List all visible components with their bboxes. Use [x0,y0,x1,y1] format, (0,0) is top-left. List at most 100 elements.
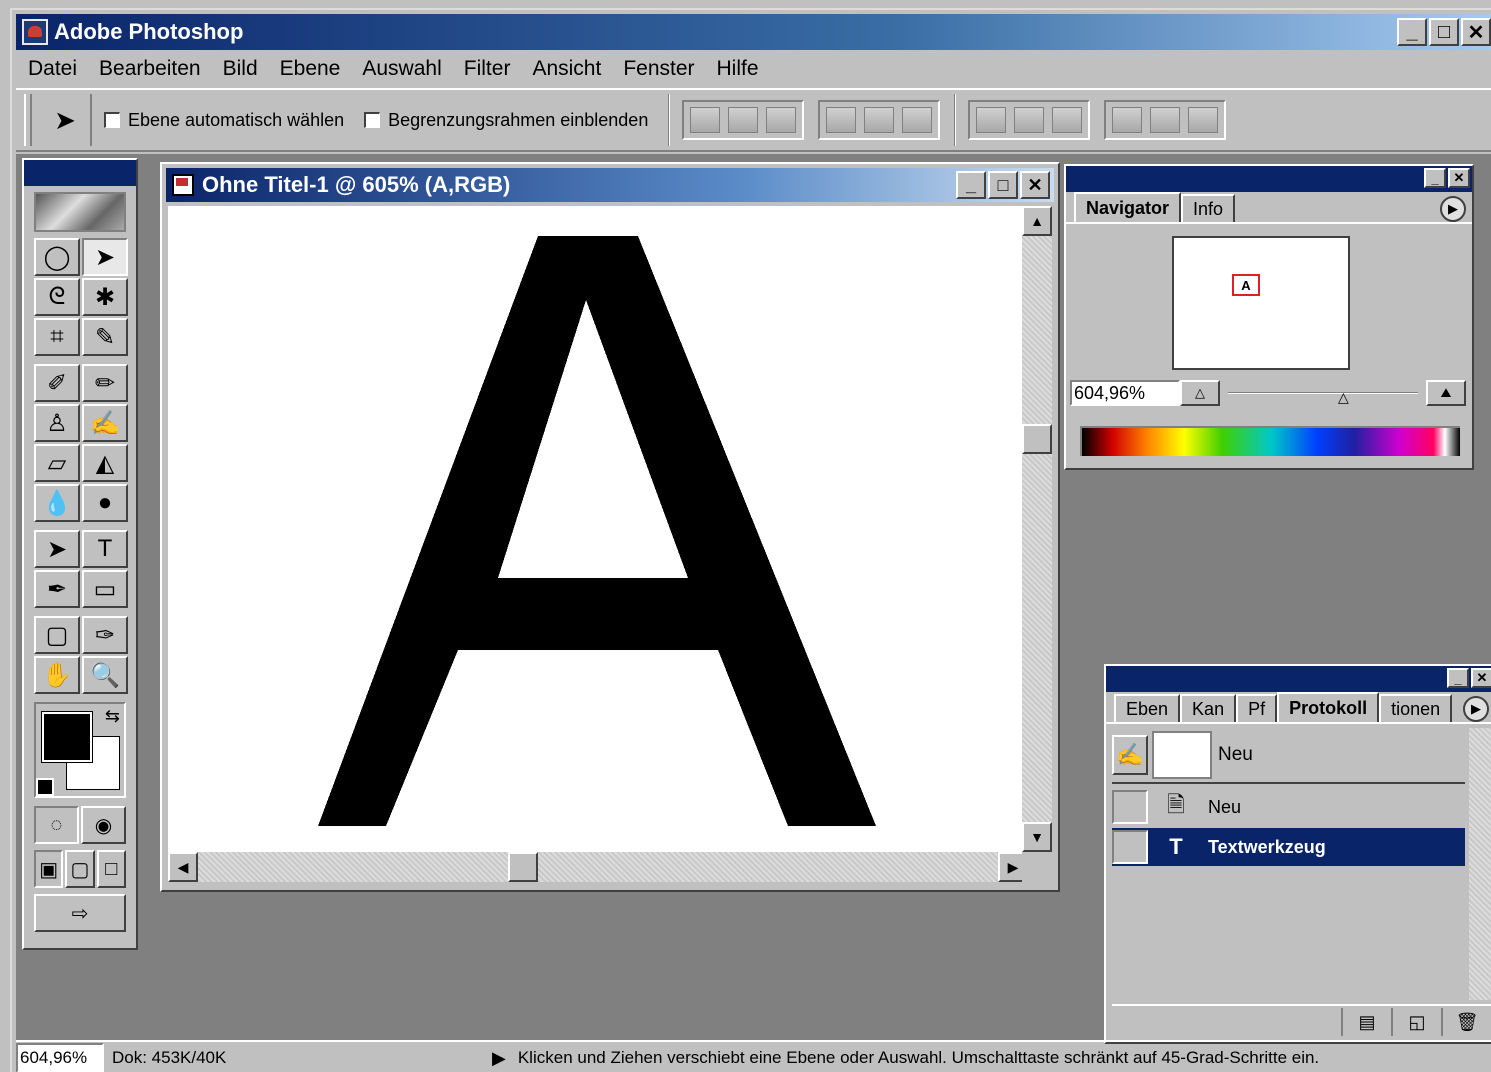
navigator-zoom-field[interactable]: 604,96% [1070,380,1180,406]
align-top-icon[interactable] [690,107,721,133]
distribute-top-icon[interactable] [976,107,1007,133]
menu-auswahl[interactable]: Auswahl [351,57,452,81]
navigator-preview[interactable]: A [1172,236,1350,370]
swap-colors-icon[interactable]: ⇆ [105,706,120,727]
document-canvas[interactable]: A [168,206,1028,852]
zoom-tool-icon[interactable]: 🔍 [82,656,128,694]
menu-ebene[interactable]: Ebene [269,57,352,81]
move-tool-icon[interactable]: ➤ [82,238,128,276]
status-zoom-field[interactable]: 604,96% [16,1043,104,1072]
new-document-from-state-icon[interactable]: ▤ [1341,1008,1391,1036]
quick-mask-mode-icon[interactable]: ◉ [81,806,126,844]
standard-mode-icon[interactable]: ◌ [34,806,79,844]
palette-menu-icon[interactable]: ▶ [1440,196,1466,222]
status-doc-size[interactable]: Dok: 453K/40K [112,1048,492,1068]
align-vertical-center-icon[interactable] [728,107,759,133]
zoom-slider[interactable]: △ [1220,380,1426,406]
crop-tool-icon[interactable]: ⌗ [34,318,80,356]
history-palette-titlebar[interactable]: _ ✕ [1106,666,1491,692]
history-item-selected[interactable]: T Textwerkzeug [1112,828,1465,866]
align-right-icon[interactable] [902,107,933,133]
jump-to-imageready-icon[interactable]: ⇨ [34,894,126,932]
bounding-box-checkbox-box[interactable] [364,112,381,128]
distribute-horizontal-center-icon[interactable] [1150,107,1181,133]
lasso-tool-icon[interactable]: ᘓ [34,278,80,316]
default-colors-icon[interactable] [36,778,54,796]
move-tool-icon[interactable]: ➤ [40,94,92,146]
navigator-close-button[interactable]: ✕ [1448,168,1470,188]
slice-tool-icon[interactable]: ✎ [82,318,128,356]
vertical-scroll-thumb[interactable] [1022,424,1052,454]
doc-close-button[interactable]: ✕ [1020,171,1050,199]
pen-tool-icon[interactable]: ✒ [34,570,80,608]
tab-actions[interactable]: tionen [1379,694,1453,722]
history-snapshot-row[interactable]: ✍ Neu [1112,728,1465,784]
history-minimize-button[interactable]: _ [1447,668,1469,688]
menu-datei[interactable]: Datei [16,57,88,81]
dodge-tool-icon[interactable]: ● [82,484,128,522]
magic-wand-tool-icon[interactable]: ✱ [82,278,128,316]
tab-layers[interactable]: Eben [1114,694,1181,722]
options-bar-grip[interactable] [24,94,32,146]
eraser-tool-icon[interactable]: ▱ [34,444,80,482]
doc-minimize-button[interactable]: _ [956,171,986,199]
tab-channels[interactable]: Kan [1180,694,1237,722]
pencil-tool-icon[interactable]: ✏ [82,364,128,402]
navigator-palette-titlebar[interactable]: _ ✕ [1066,166,1472,192]
photoshop-app-icon[interactable] [22,19,48,45]
paint-bucket-tool-icon[interactable]: ◭ [82,444,128,482]
status-menu-arrow-icon[interactable]: ▶ [492,1048,506,1069]
type-tool-icon[interactable]: T [82,530,128,568]
new-snapshot-icon[interactable]: ◱ [1391,1008,1441,1036]
minimize-button[interactable]: _ [1397,18,1427,46]
scroll-up-icon[interactable]: ▲ [1022,206,1052,236]
zoom-in-icon[interactable]: ⛰ [1426,380,1466,406]
airbrush-tool-icon[interactable]: ✐ [34,364,80,402]
history-close-button[interactable]: ✕ [1471,668,1491,688]
distribute-bottom-icon[interactable] [1052,107,1083,133]
doc-maximize-button[interactable]: □ [988,171,1018,199]
stamp-tool-icon[interactable]: ♙ [34,404,80,442]
history-state-toggle[interactable] [1112,790,1148,824]
notes-tool-icon[interactable]: ▢ [34,616,80,654]
marquee-tool-icon[interactable]: ◯ [34,238,80,276]
eyedropper-tool-icon[interactable]: ✑ [82,616,128,654]
auto-select-layer-checkbox[interactable]: Ebene automatisch wählen [104,110,344,131]
show-bounding-box-checkbox[interactable]: Begrenzungsrahmen einblenden [364,110,648,131]
color-spectrum-bar[interactable] [1080,426,1460,456]
scroll-left-icon[interactable]: ◀ [168,852,198,882]
close-button[interactable]: ✕ [1461,18,1491,46]
standard-screen-mode-icon[interactable]: ▣ [34,850,64,888]
toolbox-titlebar[interactable] [24,160,136,186]
palette-menu-icon[interactable]: ▶ [1463,696,1489,722]
path-select-tool-icon[interactable]: ➤ [34,530,80,568]
app-titlebar[interactable]: Adobe Photoshop _ □ ✕ [16,14,1491,50]
full-screen-mode-icon[interactable]: □ [96,850,126,888]
distribute-left-icon[interactable] [1112,107,1143,133]
tab-history[interactable]: Protokoll [1277,692,1380,722]
maximize-button[interactable]: □ [1429,18,1459,46]
menu-fenster[interactable]: Fenster [612,57,705,81]
history-scrollbar[interactable] [1469,728,1491,1000]
distribute-vertical-center-icon[interactable] [1014,107,1045,133]
menu-ansicht[interactable]: Ansicht [521,57,612,81]
horizontal-scroll-thumb[interactable] [508,852,538,882]
history-state-toggle[interactable] [1112,830,1148,864]
document-titlebar[interactable]: Ohne Titel-1 @ 605% (A,RGB) _ □ ✕ [166,168,1054,202]
align-bottom-icon[interactable] [766,107,797,133]
trash-icon[interactable]: 🗑 [1441,1008,1491,1036]
document-vertical-scrollbar[interactable]: ▲ ▼ [1022,206,1052,852]
zoom-slider-knob[interactable]: △ [1338,389,1349,406]
hand-tool-icon[interactable]: ✋ [34,656,80,694]
align-horizontal-center-icon[interactable] [864,107,895,133]
navigator-view-box[interactable]: A [1232,274,1260,296]
foreground-color-swatch[interactable] [41,711,93,763]
tab-paths[interactable]: Pf [1236,694,1278,722]
distribute-right-icon[interactable] [1188,107,1219,133]
history-item[interactable]: 🗎 Neu [1112,788,1465,826]
history-brush-tool-icon[interactable]: ✍ [82,404,128,442]
tab-info[interactable]: Info [1181,194,1236,222]
tab-navigator[interactable]: Navigator [1074,192,1182,222]
menu-hilfe[interactable]: Hilfe [706,57,770,81]
auto-select-checkbox-box[interactable] [104,112,120,128]
